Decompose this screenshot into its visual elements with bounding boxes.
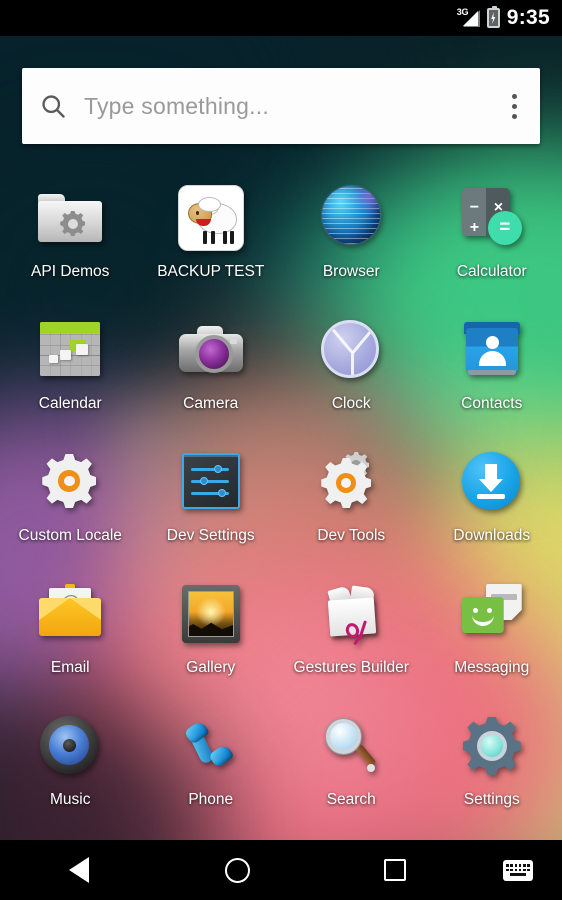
app-label: Dev Tools: [317, 527, 386, 544]
app-label: Music: [50, 791, 91, 808]
app-icon-gestures-builder[interactable]: Gestures Builder: [281, 576, 422, 708]
keyboard-switch-button[interactable]: [474, 859, 562, 881]
app-label: Gestures Builder: [293, 659, 409, 676]
app-icon-dev-tools[interactable]: Dev Tools: [281, 444, 422, 576]
app-icon-search[interactable]: Search: [281, 708, 422, 840]
gear-blue-icon: [456, 710, 528, 782]
sheep-icon: [175, 182, 247, 254]
status-bar-clock: 9:35: [506, 6, 550, 29]
search-input[interactable]: Type something...: [84, 93, 488, 120]
app-icon-calculator[interactable]: − × + = Calculator: [422, 180, 562, 312]
app-icon-api-demos[interactable]: API Demos: [0, 180, 141, 312]
app-label: Email: [50, 659, 90, 676]
app-label: Search: [326, 791, 376, 808]
app-label: Browser: [322, 263, 380, 280]
app-label: Messaging: [454, 659, 530, 676]
recents-square-icon: [384, 859, 406, 881]
app-label: BACKUP TEST: [157, 263, 265, 280]
recents-button[interactable]: [316, 840, 474, 900]
navigation-bar: [0, 840, 562, 900]
battery-charging-icon: [486, 6, 500, 28]
app-label: Calculator: [456, 263, 527, 280]
handset-icon: [175, 710, 247, 782]
home-circle-icon: [224, 857, 250, 883]
app-label: Phone: [188, 791, 234, 808]
app-icon-music[interactable]: Music: [0, 708, 141, 840]
search-bar[interactable]: Type something...: [22, 68, 540, 144]
keyboard-icon: [503, 859, 533, 881]
app-label: Settings: [463, 791, 520, 808]
camera-icon: [175, 314, 247, 386]
app-icon-browser[interactable]: Browser: [281, 180, 422, 312]
home-button[interactable]: [158, 840, 316, 900]
folder-gear-icon: [34, 182, 106, 254]
gesture-notepad-icon: [315, 578, 387, 650]
back-button[interactable]: [0, 840, 158, 900]
gear-orange-icon: [34, 446, 106, 518]
photo-frame-icon: [175, 578, 247, 650]
speech-bubble-smiley-icon: [456, 578, 528, 650]
app-label: Downloads: [453, 527, 531, 544]
app-icon-gallery[interactable]: Gallery: [141, 576, 282, 708]
app-icon-messaging[interactable]: Messaging: [422, 576, 562, 708]
app-icon-camera[interactable]: Camera: [141, 312, 282, 444]
app-icon-contacts[interactable]: Contacts: [422, 312, 562, 444]
clock-icon: [315, 314, 387, 386]
double-gear-icon: [315, 446, 387, 518]
app-icon-calendar[interactable]: Calendar: [0, 312, 141, 444]
status-bar: 3G 9:35: [0, 0, 562, 36]
app-label: Camera: [183, 395, 239, 412]
app-icon-downloads[interactable]: Downloads: [422, 444, 562, 576]
search-icon: [22, 92, 84, 120]
calculator-icon: − × + =: [456, 182, 528, 254]
app-label: Gallery: [186, 659, 236, 676]
app-icon-settings[interactable]: Settings: [422, 708, 562, 840]
app-icon-email[interactable]: @ Email: [0, 576, 141, 708]
app-icon-dev-settings[interactable]: Dev Settings: [141, 444, 282, 576]
back-triangle-icon: [69, 857, 89, 883]
overflow-menu-icon[interactable]: [488, 68, 540, 144]
app-label: Contacts: [461, 395, 523, 412]
app-icon-phone[interactable]: Phone: [141, 708, 282, 840]
speaker-icon: [34, 710, 106, 782]
android-app-drawer-screen: 3G 9:35 Type something... API Demos BACK…: [0, 0, 562, 900]
app-label: Calendar: [38, 395, 102, 412]
signal-3g-icon: 3G: [456, 7, 480, 28]
app-label: Dev Settings: [166, 527, 255, 544]
network-type-label: 3G: [456, 7, 469, 17]
sliders-icon: [175, 446, 247, 518]
app-icon-custom-locale[interactable]: Custom Locale: [0, 444, 141, 576]
app-grid: API Demos BACKUP TEST Browser − × + = Ca…: [0, 180, 562, 840]
calendar-icon: [34, 314, 106, 386]
app-label: Custom Locale: [18, 527, 122, 544]
magnifier-icon: [315, 710, 387, 782]
contacts-icon: [456, 314, 528, 386]
app-label: Clock: [331, 395, 371, 412]
app-label: API Demos: [31, 263, 110, 280]
download-arrow-icon: [456, 446, 528, 518]
envelope-at-icon: @: [34, 578, 106, 650]
app-icon-backup-test[interactable]: BACKUP TEST: [141, 180, 282, 312]
globe-icon: [315, 182, 387, 254]
app-icon-clock[interactable]: Clock: [281, 312, 422, 444]
